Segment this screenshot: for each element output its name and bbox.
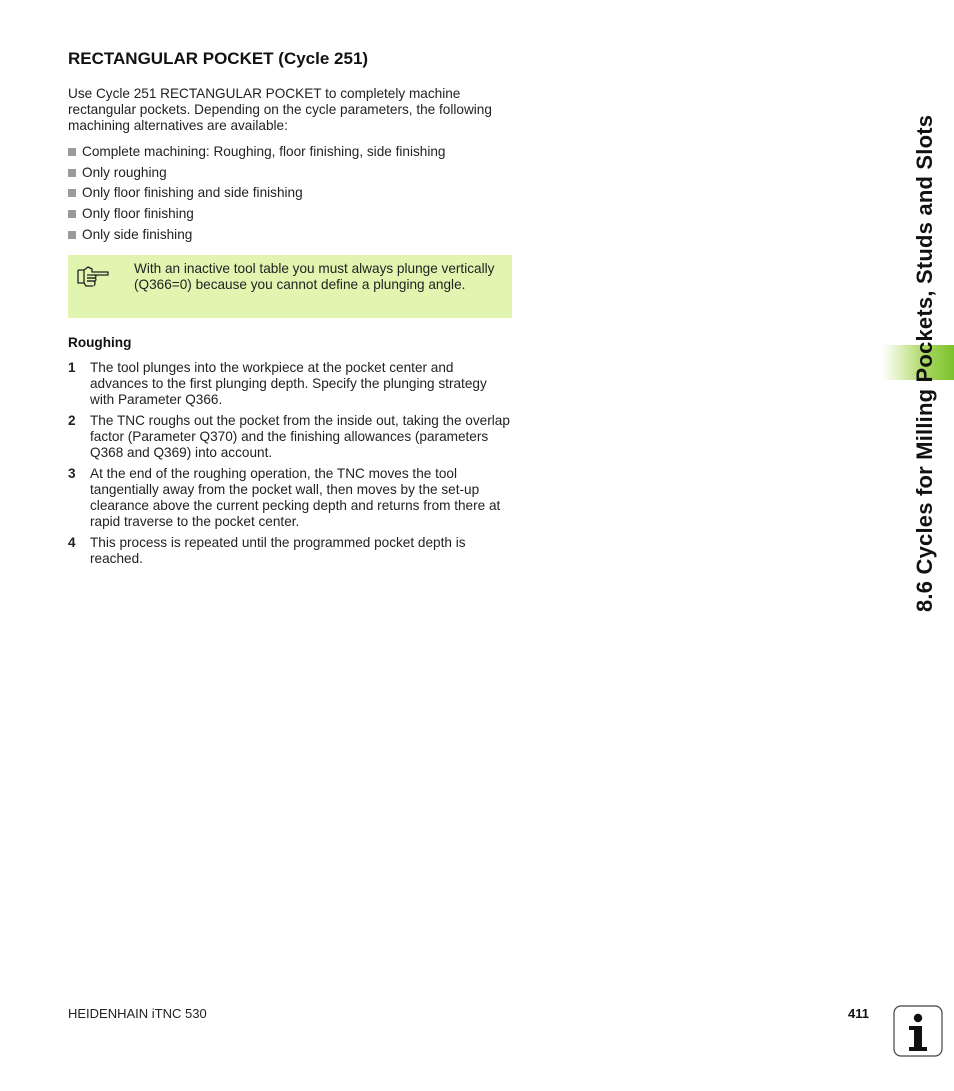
list-item: Only side finishing xyxy=(68,227,445,248)
bullet-square-icon xyxy=(68,210,76,219)
pointing-hand-icon xyxy=(77,266,109,287)
bullet-square-icon xyxy=(68,148,76,156)
chapter-side-title: 8.6 Cycles for Milling Pockets, Studs an… xyxy=(912,114,937,612)
info-icon xyxy=(893,1005,943,1057)
bullet-square-icon xyxy=(68,189,76,198)
roughing-steps-list: 1 The tool plunges into the workpiece at … xyxy=(68,360,514,572)
step-number: 1 xyxy=(68,360,76,375)
step-number: 4 xyxy=(68,535,76,550)
step-text: The TNC roughs out the pocket from the i… xyxy=(90,413,510,460)
step-text: This process is repeated until the progr… xyxy=(90,535,466,566)
page-number: 411 xyxy=(848,1006,869,1021)
step-item: 4 This process is repeated until the prog… xyxy=(68,535,514,567)
step-item: 1 The tool plunges into the workpiece at … xyxy=(68,360,514,408)
page-title: RECTANGULAR POCKET (Cycle 251) xyxy=(68,49,369,68)
bullet-square-icon xyxy=(68,168,76,177)
list-item: Only floor finishing xyxy=(68,206,445,227)
note-text: With an inactive tool table you must alw… xyxy=(134,261,495,292)
step-number: 3 xyxy=(68,466,76,481)
machining-alternatives-list: Complete machining: Roughing, floor fini… xyxy=(68,144,445,247)
footer-product-name: HEIDENHAIN iTNC 530 xyxy=(68,1006,207,1021)
note-box: With an inactive tool table you must alw… xyxy=(68,255,512,318)
section-heading: Roughing xyxy=(68,335,132,350)
step-text: At the end of the roughing operation, th… xyxy=(90,466,501,529)
step-item: 2 The TNC roughs out the pocket from the … xyxy=(68,413,514,461)
bullet-square-icon xyxy=(68,230,76,239)
list-item: Only roughing xyxy=(68,165,445,186)
step-number: 2 xyxy=(68,413,76,428)
step-text: The tool plunges into the workpiece at t… xyxy=(90,360,487,407)
step-item: 3 At the end of the roughing operation, t… xyxy=(68,466,514,530)
intro-paragraph: Use Cycle 251 RECTANGULAR POCKET to comp… xyxy=(68,86,492,133)
list-item: Only floor finishing and side finishing xyxy=(68,185,445,206)
list-item: Complete machining: Roughing, floor fini… xyxy=(68,144,445,165)
